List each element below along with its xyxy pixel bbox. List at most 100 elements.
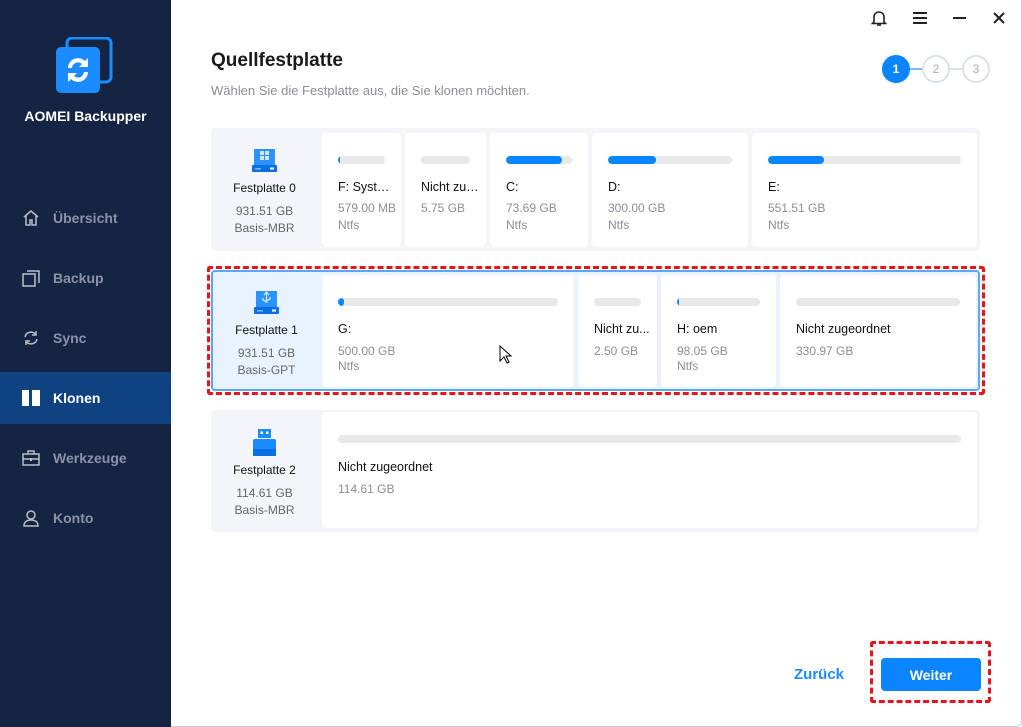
- usage-fill: [677, 298, 680, 306]
- partition-card[interactable]: C: 73.69 GB Ntfs: [490, 133, 588, 247]
- page-title: Quellfestplatte: [211, 50, 343, 71]
- partition-size: 73.69 GB: [506, 201, 557, 215]
- disk-size: 931.51 GB: [235, 204, 294, 218]
- usage-bar: [608, 156, 732, 164]
- sidebar-item-label: Klonen: [53, 390, 101, 406]
- partition-card[interactable]: Nicht zugeordnet 114.61 GB: [322, 412, 977, 528]
- windows-disk-icon: [251, 147, 278, 173]
- partition-name: Nicht zugeordnet: [338, 460, 433, 474]
- partition-size: 551.51 GB: [768, 201, 826, 215]
- partition-name: E:: [768, 180, 780, 194]
- partition-size: 300.00 GB: [608, 201, 666, 215]
- usage-bar: [421, 156, 470, 164]
- usage-bar: [677, 298, 760, 306]
- sidebar-item-konto[interactable]: Konto: [0, 492, 171, 544]
- partition-card[interactable]: Nicht zu... 2.50 GB: [578, 275, 657, 387]
- partition-card[interactable]: G: 500.00 GB Ntfs: [322, 275, 574, 387]
- sync-icon: [21, 328, 41, 348]
- partition-filesystem: Ntfs: [338, 218, 360, 232]
- page-subtitle: Wählen Sie die Festplatte aus, die Sie k…: [211, 83, 530, 98]
- partition-filesystem: Ntfs: [608, 218, 630, 232]
- app-name: AOMEI Backupper: [24, 108, 147, 124]
- partition-name: D:: [608, 180, 621, 194]
- sidebar-item-backup[interactable]: Backup: [0, 252, 171, 304]
- disk-row-1[interactable]: Festplatte 1 931.51 GB Basis-GPT G: 500.00 G…: [211, 270, 980, 391]
- partition-name: F: System...: [338, 180, 395, 194]
- partition-card[interactable]: H: oem 98.05 GB Ntfs: [661, 275, 776, 387]
- usage-bar: [768, 156, 961, 164]
- step-2: 2: [922, 55, 950, 83]
- disk-name: Festplatte 2: [233, 463, 296, 477]
- step-connector: [909, 68, 922, 70]
- sidebar-item-label: Sync: [53, 330, 87, 346]
- disk-label[interactable]: Festplatte 1 931.51 GB Basis-GPT: [213, 272, 320, 389]
- partition-name: C:: [506, 180, 519, 194]
- partition-size: 500.00 GB: [338, 344, 396, 358]
- sidebar-item-sync[interactable]: Sync: [0, 312, 171, 364]
- usb-drive-icon: [251, 429, 278, 456]
- back-button[interactable]: Zurück: [794, 666, 844, 683]
- partition-name: Nicht zu...: [594, 322, 650, 336]
- disk-name: Festplatte 0: [233, 181, 296, 195]
- clone-icon: [21, 388, 41, 408]
- disk-name: Festplatte 1: [235, 323, 298, 337]
- partition-card[interactable]: D: 300.00 GB Ntfs: [592, 133, 748, 247]
- sidebar-item-klonen[interactable]: Klonen: [0, 372, 171, 424]
- partition-card[interactable]: Nicht zugeordnet 330.97 GB: [780, 275, 976, 387]
- partition-filesystem: Ntfs: [677, 359, 699, 373]
- sidebar-item-werkzeuge[interactable]: Werkzeuge: [0, 432, 171, 484]
- close-icon[interactable]: [989, 8, 1009, 28]
- disk-label[interactable]: Festplatte 0 931.51 GB Basis-MBR: [211, 128, 318, 251]
- partition-card[interactable]: Nicht zug... 5.75 GB: [405, 133, 486, 247]
- partition-filesystem: Ntfs: [338, 359, 360, 373]
- notification-bell-icon[interactable]: [869, 8, 889, 28]
- sidebar-item-bersicht[interactable]: Übersicht: [0, 192, 171, 244]
- toolbox-icon: [21, 448, 41, 468]
- usage-fill: [768, 156, 824, 164]
- minimize-icon[interactable]: [949, 8, 969, 28]
- partition-size: 330.97 GB: [796, 344, 854, 358]
- sidebar-item-label: Werkzeuge: [53, 450, 127, 466]
- usage-bar: [594, 298, 641, 306]
- partition-size: 579.00 MB: [338, 201, 397, 215]
- sidebar: AOMEI Backupper Übersicht Backup Sync Klone…: [0, 0, 171, 727]
- usage-bar: [506, 156, 572, 164]
- disk-size: 931.51 GB: [237, 346, 296, 360]
- usage-bar: [338, 156, 385, 164]
- disk-row-2[interactable]: Festplatte 2 114.61 GB Basis-MBR Nicht zuge…: [211, 410, 980, 532]
- step-3: 3: [962, 55, 990, 83]
- menu-icon[interactable]: [910, 8, 930, 28]
- usage-fill: [338, 156, 341, 164]
- partition-card[interactable]: F: System... 579.00 MB Ntfs: [322, 133, 401, 247]
- disk-size: 114.61 GB: [236, 486, 293, 500]
- disk-row-0[interactable]: Festplatte 0 931.51 GB Basis-MBR F: System.…: [211, 128, 980, 251]
- partition-name: G:: [338, 322, 352, 336]
- partition-name: Nicht zugeordnet: [796, 322, 891, 336]
- partition-size: 114.61 GB: [338, 482, 395, 496]
- partition-filesystem: Ntfs: [768, 218, 790, 232]
- user-icon: [21, 508, 41, 528]
- usage-fill: [338, 298, 344, 306]
- disk-type: Basis-MBR: [234, 503, 295, 517]
- disk-label[interactable]: Festplatte 2 114.61 GB Basis-MBR: [211, 410, 318, 532]
- usb-disk-icon: [253, 289, 280, 315]
- next-button[interactable]: Weiter: [881, 658, 981, 691]
- partition-card[interactable]: E: 551.51 GB Ntfs: [752, 133, 977, 247]
- partition-size: 2.50 GB: [594, 344, 639, 358]
- usage-bar: [338, 435, 961, 443]
- mouse-cursor-icon: [499, 345, 512, 364]
- sidebar-item-label: Übersicht: [53, 210, 118, 226]
- sidebar-item-label: Konto: [53, 510, 94, 526]
- disk-type: Basis-GPT: [237, 363, 296, 377]
- usage-fill: [506, 156, 563, 164]
- backup-icon: [21, 268, 41, 288]
- app-logo: [56, 37, 113, 93]
- partition-name: Nicht zug...: [421, 180, 480, 194]
- step-connector: [949, 68, 962, 70]
- usage-bar: [338, 298, 558, 306]
- sidebar-item-label: Backup: [53, 270, 104, 286]
- step-1: 1: [882, 55, 910, 83]
- usage-bar: [796, 298, 960, 306]
- partition-size: 98.05 GB: [677, 344, 728, 358]
- usage-fill: [608, 156, 657, 164]
